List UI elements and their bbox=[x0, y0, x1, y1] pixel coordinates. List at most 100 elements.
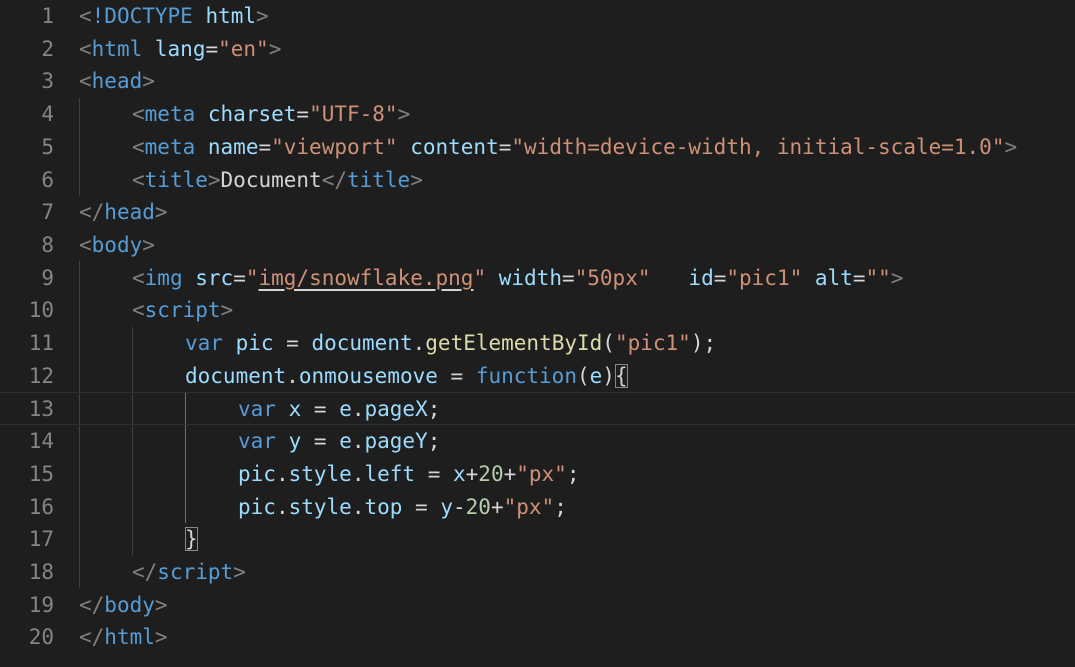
code-token: e bbox=[339, 429, 352, 454]
code-token: = bbox=[713, 265, 727, 290]
code-token: . bbox=[275, 494, 289, 519]
code-token: > bbox=[154, 592, 168, 617]
code-token: < bbox=[132, 102, 145, 127]
line-number: 2 bbox=[41, 36, 54, 61]
code-token: . bbox=[412, 331, 426, 355]
code-token: ( bbox=[576, 363, 590, 388]
code-token: - bbox=[453, 494, 466, 519]
code-token: title bbox=[346, 167, 411, 192]
code-token: > bbox=[1004, 134, 1018, 159]
code-line[interactable]: 11 var pic = document.getElementById("pic… bbox=[0, 327, 1075, 360]
code-token: head bbox=[104, 200, 155, 225]
code-token: x bbox=[452, 461, 466, 486]
code-token: var bbox=[185, 331, 223, 355]
code-line[interactable]: 9 <img src="img/snowflake.png" width="50p… bbox=[0, 262, 1075, 295]
line-number: 8 bbox=[41, 232, 54, 257]
code-line[interactable]: 12 document.onmousemove = function(e){ bbox=[0, 360, 1075, 393]
code-token: "viewport" bbox=[271, 134, 398, 159]
code-token: < bbox=[79, 232, 92, 257]
code-token: ) bbox=[602, 363, 615, 388]
code-token: </ bbox=[132, 559, 158, 584]
code-token: > bbox=[397, 102, 411, 127]
line-number: 11 bbox=[28, 331, 54, 355]
code-token: < bbox=[132, 298, 145, 323]
code-token: </ bbox=[79, 592, 105, 617]
code-token: 20 bbox=[465, 494, 491, 519]
code-line[interactable]: 14 var y = e.pageY; bbox=[0, 425, 1075, 458]
code-text: pic.style.top = y-20+"px"; bbox=[238, 491, 567, 524]
line-number: 18 bbox=[28, 559, 54, 584]
code-token: e bbox=[339, 397, 352, 422]
code-line[interactable]: 1 <!DOCTYPE html> bbox=[0, 0, 1075, 33]
code-token: = bbox=[258, 134, 272, 159]
code-token: "" bbox=[865, 265, 891, 290]
code-text: </script> bbox=[132, 556, 246, 589]
code-line[interactable]: 16 pic.style.top = y-20+"px"; bbox=[0, 491, 1075, 524]
code-line[interactable]: 4 <meta charset="UTF-8"> bbox=[0, 98, 1075, 131]
code-token: pic bbox=[235, 331, 274, 355]
code-token: > bbox=[268, 36, 282, 61]
code-token: body bbox=[104, 592, 155, 617]
code-line[interactable]: 17} bbox=[0, 523, 1075, 556]
code-token: > bbox=[410, 167, 423, 192]
code-line[interactable]: 19 </body> bbox=[0, 589, 1075, 622]
line-number: 20 bbox=[28, 625, 54, 650]
code-token: ; bbox=[427, 397, 441, 422]
code-token: title bbox=[144, 167, 208, 192]
code-text: pic.style.left = x+20+"px"; bbox=[238, 458, 579, 491]
code-token: id bbox=[688, 265, 714, 290]
code-line[interactable]: 18 </script> bbox=[0, 556, 1075, 589]
code-line[interactable]: 6 <title>Document</title> bbox=[0, 164, 1075, 197]
code-line[interactable]: 13 var x = e.pageX; bbox=[0, 392, 1075, 426]
code-line[interactable]: 8 <body> bbox=[0, 229, 1075, 262]
code-line[interactable]: 7 </head> bbox=[0, 196, 1075, 229]
code-line[interactable]: 10 <script> bbox=[0, 294, 1075, 327]
code-token: meta bbox=[144, 102, 196, 127]
code-token: ( bbox=[602, 331, 615, 355]
code-token: "pic1" bbox=[726, 265, 803, 290]
code-text: <script> bbox=[132, 294, 233, 327]
code-text: <!DOCTYPE html> bbox=[79, 0, 269, 33]
code-line[interactable]: 2 <html lang="en"> bbox=[0, 33, 1075, 66]
code-token: content bbox=[410, 134, 499, 159]
code-token: ; bbox=[554, 494, 567, 519]
code-token: ); bbox=[690, 331, 717, 355]
code-token: > bbox=[142, 232, 155, 257]
code-token: = bbox=[296, 102, 310, 127]
code-token: . bbox=[351, 494, 365, 519]
code-text: <head> bbox=[79, 65, 155, 98]
code-token: = bbox=[301, 429, 340, 454]
code-token: = bbox=[561, 265, 575, 290]
code-token: "pic1" bbox=[614, 331, 691, 355]
code-line[interactable]: 5 <meta name="viewport" content="width=de… bbox=[0, 131, 1075, 164]
code-line[interactable]: 15 pic.style.left = x+20+"px"; bbox=[0, 458, 1075, 491]
code-token: </ bbox=[79, 200, 105, 225]
line-number: 1 bbox=[41, 4, 54, 28]
code-token: src bbox=[195, 265, 234, 290]
code-text: document.onmousemove = function(e){ bbox=[185, 360, 628, 393]
code-token: width bbox=[498, 265, 562, 290]
code-token: = bbox=[205, 36, 219, 61]
code-token: head bbox=[91, 69, 143, 94]
code-editor[interactable]: 1 <!DOCTYPE html> 2 <html lang="en"> 3 <head>… bbox=[0, 0, 1075, 667]
code-token: = bbox=[852, 265, 866, 290]
code-token: . bbox=[275, 461, 289, 486]
code-token: + bbox=[465, 461, 479, 486]
code-token: var bbox=[238, 429, 276, 454]
code-token: = bbox=[301, 397, 340, 422]
code-token: top bbox=[364, 494, 403, 519]
code-token: 20 bbox=[478, 461, 504, 486]
code-token: . bbox=[351, 397, 365, 422]
code-token: "px" bbox=[516, 461, 567, 486]
code-line[interactable]: 20 </html> bbox=[0, 621, 1075, 654]
code-token: = bbox=[402, 494, 441, 519]
code-text: var x = e.pageX; bbox=[238, 393, 440, 426]
code-token: > bbox=[154, 200, 168, 225]
code-line[interactable]: 3 <head> bbox=[0, 65, 1075, 98]
